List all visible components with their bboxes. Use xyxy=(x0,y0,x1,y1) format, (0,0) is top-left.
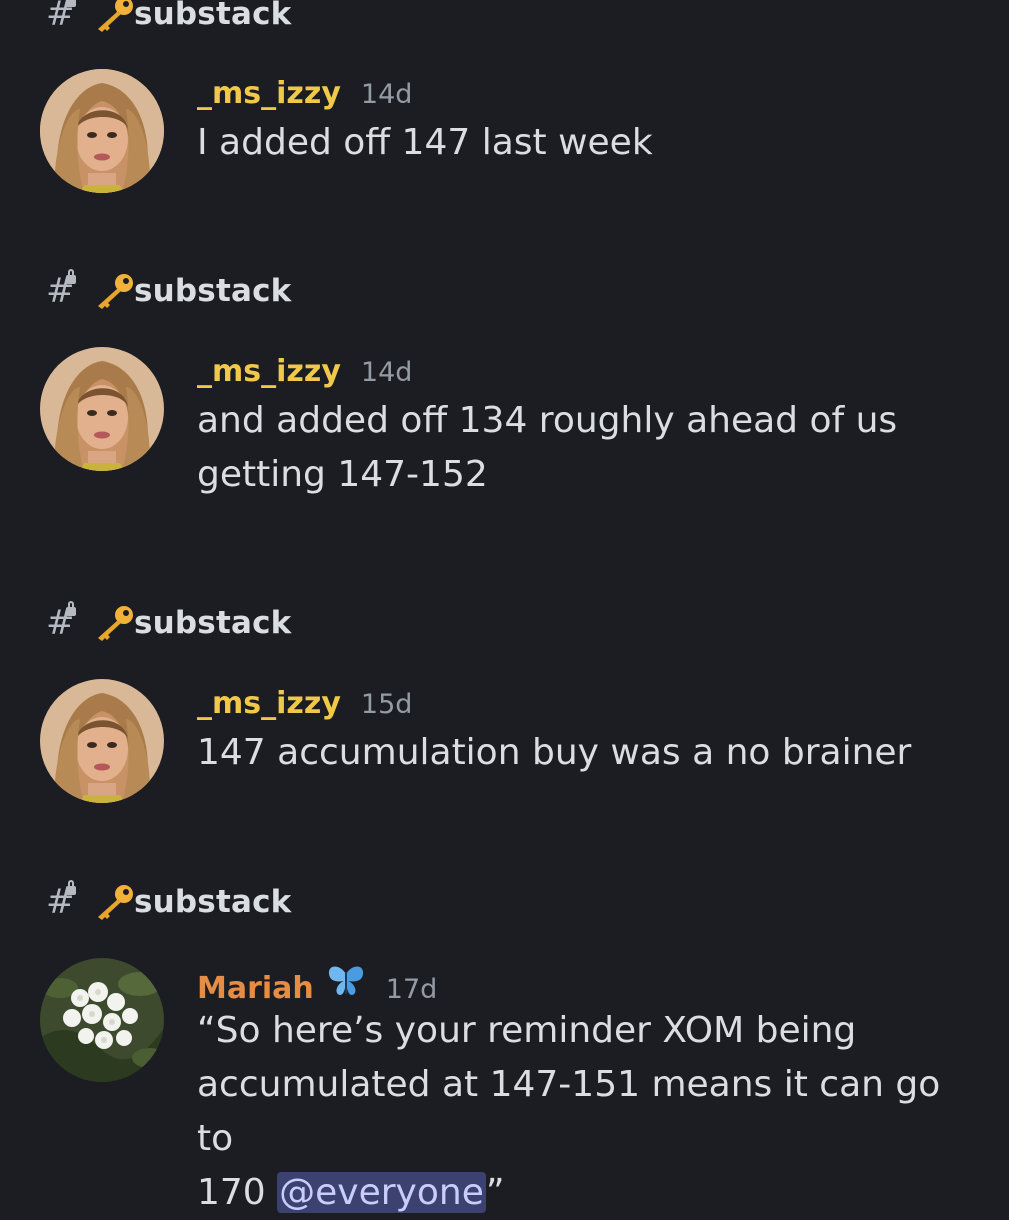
timestamp: 17d xyxy=(385,974,438,1005)
channel-name: substack xyxy=(134,884,292,920)
channel-name: substack xyxy=(134,273,292,309)
channel-name: substack xyxy=(134,605,292,641)
author-name[interactable]: Mariah xyxy=(197,971,314,1006)
key-icon xyxy=(98,0,133,32)
channel-label[interactable]: # substack xyxy=(44,880,292,922)
message-text: 147 accumulation buy was a no brainer xyxy=(197,732,912,773)
key-icon xyxy=(98,606,133,641)
timestamp: 15d xyxy=(360,689,413,720)
message-header: Mariah 17d xyxy=(197,964,437,1006)
key-icon xyxy=(98,274,133,309)
channel-name: substack xyxy=(134,0,292,32)
message-header: _ms_izzy 14d xyxy=(197,76,412,111)
locked-hash-icon: # xyxy=(46,0,76,34)
avatar[interactable] xyxy=(40,958,164,1082)
message-text: and added off 134 roughly ahead of us ge… xyxy=(197,394,977,502)
timestamp: 14d xyxy=(360,357,413,388)
message-line: getting 147-152 xyxy=(197,454,488,495)
timestamp: 14d xyxy=(360,79,413,110)
message-text: “So here’s your reminder XOM being accum… xyxy=(197,1004,977,1220)
channel-label[interactable]: # substack xyxy=(44,0,292,34)
message-line: and added off 134 roughly ahead of us xyxy=(197,400,898,441)
author-name[interactable]: _ms_izzy xyxy=(197,76,341,111)
author-name[interactable]: _ms_izzy xyxy=(197,686,341,721)
everyone-mention[interactable]: @everyone xyxy=(277,1172,486,1213)
message-line: accumulated at 147-151 means it can go t… xyxy=(197,1064,941,1159)
avatar[interactable] xyxy=(40,347,164,471)
channel-label[interactable]: # substack xyxy=(44,601,292,643)
author-name[interactable]: _ms_izzy xyxy=(197,354,341,389)
message-header: _ms_izzy 14d xyxy=(197,354,412,389)
message-text-segment: 170 xyxy=(197,1172,278,1213)
locked-hash-icon: # xyxy=(46,880,76,922)
butterfly-icon xyxy=(328,966,363,995)
avatar[interactable] xyxy=(40,69,164,193)
locked-hash-icon: # xyxy=(46,269,76,311)
message-header: _ms_izzy 15d xyxy=(197,686,412,721)
key-icon xyxy=(98,885,133,920)
message-line: “So here’s your reminder XOM being xyxy=(197,1010,857,1051)
message-text: I added off 147 last week xyxy=(197,122,653,163)
message-line: 170 @everyone” xyxy=(197,1166,977,1220)
channel-label[interactable]: # substack xyxy=(44,269,292,311)
locked-hash-icon: # xyxy=(46,601,76,643)
avatar[interactable] xyxy=(40,679,164,803)
message-text-segment: ” xyxy=(485,1172,505,1213)
